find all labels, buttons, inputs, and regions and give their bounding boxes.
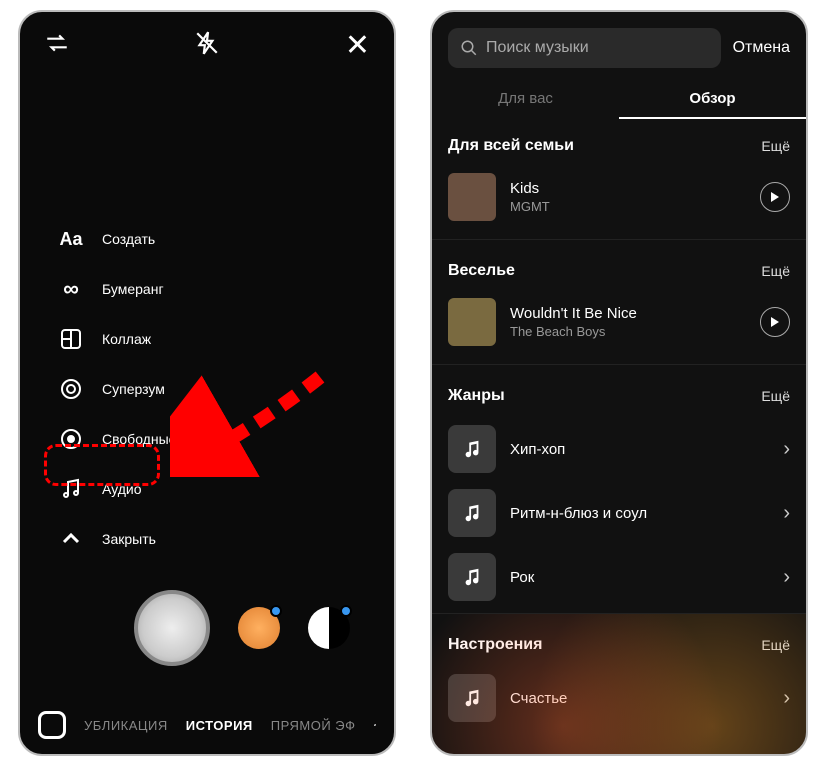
play-button[interactable]: [760, 307, 790, 337]
music-note-icon: [448, 553, 496, 601]
chevron-right-icon: ›: [783, 687, 790, 710]
music-note-icon: [448, 425, 496, 473]
cancel-button[interactable]: Отмена: [733, 39, 790, 57]
genre-label: Хип-хоп: [510, 441, 769, 458]
section-family-more[interactable]: Ещё: [761, 138, 790, 154]
track-artist: MGMT: [510, 199, 746, 214]
genre-label: Ритм-н-блюз и соул: [510, 505, 769, 522]
shutter-button[interactable]: [134, 590, 210, 666]
chevron-right-icon: ›: [783, 502, 790, 525]
camera-side-menu: Aa Создать ∞ Бумеранг Коллаж Суперзум Св…: [58, 226, 209, 552]
collage-icon: [58, 326, 84, 352]
menu-boomerang[interactable]: ∞ Бумеранг: [58, 276, 209, 302]
menu-close[interactable]: Закрыть: [58, 526, 209, 552]
superzoom-icon: [58, 376, 84, 402]
menu-collage-label: Коллаж: [102, 331, 151, 347]
track-title: Wouldn't It Be Nice: [510, 305, 746, 322]
text-icon: Aa: [58, 226, 84, 252]
section-fun: Веселье Ещё Wouldn't It Be Nice The Beac…: [432, 244, 806, 360]
search-placeholder: Поиск музыки: [486, 39, 589, 57]
section-genres-more[interactable]: Ещё: [761, 388, 790, 404]
menu-collage[interactable]: Коллаж: [58, 326, 209, 352]
section-genres: Жанры Ещё Хип-хоп › Ритм-н-блюз и соул ›…: [432, 369, 806, 609]
menu-create[interactable]: Aa Создать: [58, 226, 209, 252]
section-moods-title: Настроения: [448, 636, 542, 654]
story-avatar-2[interactable]: [308, 607, 350, 649]
notification-dot-icon: [340, 605, 352, 617]
tab-browse[interactable]: Обзор: [619, 78, 806, 119]
section-moods: Настроения Ещё Счастье ›: [432, 618, 806, 730]
music-note-icon: [448, 489, 496, 537]
chevron-up-icon: [58, 526, 84, 552]
genre-label: Рок: [510, 569, 769, 586]
menu-superzoom[interactable]: Суперзум: [58, 376, 209, 402]
section-moods-more[interactable]: Ещё: [761, 637, 790, 653]
menu-close-label: Закрыть: [102, 531, 156, 547]
search-input[interactable]: Поиск музыки: [448, 28, 721, 68]
flash-off-icon[interactable]: [194, 30, 220, 61]
mode-live[interactable]: ПРЯМОЙ ЭФ: [271, 718, 356, 733]
menu-boomerang-label: Бумеранг: [102, 281, 164, 297]
tab-for-you[interactable]: Для вас: [432, 78, 619, 119]
section-family-title: Для всей семьи: [448, 137, 574, 155]
flip-camera-icon[interactable]: [374, 710, 376, 740]
section-fun-title: Веселье: [448, 262, 515, 280]
chevron-right-icon: ›: [783, 566, 790, 589]
search-bar-row: Поиск музыки Отмена: [432, 12, 806, 78]
mode-publication[interactable]: УБЛИКАЦИЯ: [84, 718, 168, 733]
section-genres-title: Жанры: [448, 387, 505, 405]
camera-bottom-controls: [20, 590, 394, 666]
camera-topbar: ✕: [20, 12, 394, 61]
annotation-highlight: [44, 444, 160, 486]
music-browse-screen: Поиск музыки Отмена Для вас Обзор Для вс…: [430, 10, 808, 756]
infinity-icon: ∞: [58, 276, 84, 302]
genre-hiphop[interactable]: Хип-хоп ›: [448, 417, 790, 481]
track-nice[interactable]: Wouldn't It Be Nice The Beach Boys: [448, 292, 790, 360]
track-title: Kids: [510, 180, 746, 197]
notification-dot-icon: [270, 605, 282, 617]
menu-superzoom-label: Суперзум: [102, 381, 165, 397]
camera-mode-row: УБЛИКАЦИЯ ИСТОРИЯ ПРЯМОЙ ЭФ: [20, 710, 394, 740]
search-icon: [460, 39, 478, 57]
chevron-right-icon: ›: [783, 438, 790, 461]
mood-label: Счастье: [510, 690, 769, 707]
music-note-icon: [448, 674, 496, 722]
gallery-button[interactable]: [38, 711, 66, 739]
genre-rnb[interactable]: Ритм-н-блюз и соул ›: [448, 481, 790, 545]
section-fun-more[interactable]: Ещё: [761, 263, 790, 279]
mood-happy[interactable]: Счастье ›: [448, 666, 790, 730]
menu-create-label: Создать: [102, 231, 155, 247]
swap-icon[interactable]: [44, 30, 70, 61]
section-family: Для всей семьи Ещё Kids MGMT: [432, 119, 806, 235]
track-artist: The Beach Boys: [510, 324, 746, 339]
camera-screen: ✕ Aa Создать ∞ Бумеранг Коллаж Суперзум: [18, 10, 396, 756]
tabs: Для вас Обзор: [432, 78, 806, 119]
story-avatar-1[interactable]: [238, 607, 280, 649]
close-icon[interactable]: ✕: [345, 31, 370, 61]
play-button[interactable]: [760, 182, 790, 212]
album-cover: [448, 298, 496, 346]
track-kids[interactable]: Kids MGMT: [448, 167, 790, 235]
mode-story[interactable]: ИСТОРИЯ: [186, 718, 253, 733]
album-cover: [448, 173, 496, 221]
genre-rock[interactable]: Рок ›: [448, 545, 790, 609]
